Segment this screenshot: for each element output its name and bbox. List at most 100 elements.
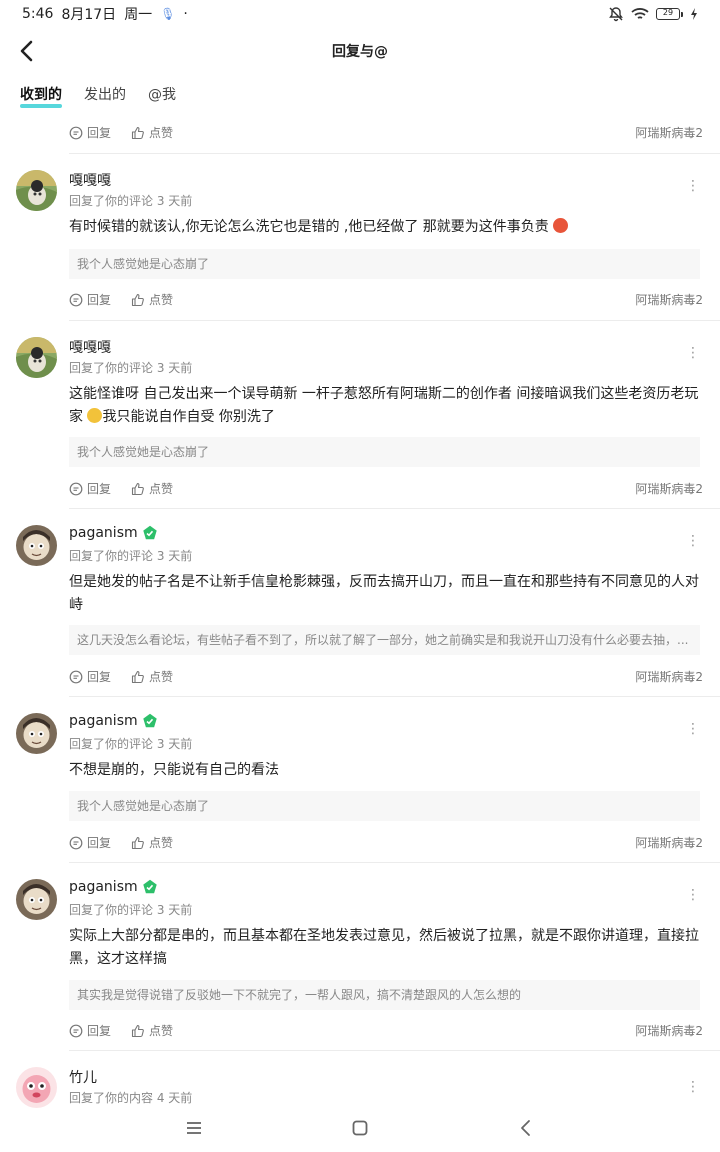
username[interactable]: paganism: [69, 879, 158, 895]
comment-item: paganism 回复了你的评论 3 天前 ⋮ 不想是崩的，只能说有自己的看法 …: [0, 713, 720, 861]
comment-meta: 回复了你的评论 3 天前: [69, 737, 193, 751]
back-nav-button[interactable]: [516, 1118, 536, 1138]
reply-label: 回复: [87, 670, 112, 684]
like-button[interactable]: 点赞: [131, 1022, 173, 1039]
quoted-comment[interactable]: 这几天没怎么看论坛，有些帖子看不到了，所以就了解了一部分，她之前确实是和我说开山…: [69, 625, 700, 655]
home-square-icon: [352, 1120, 368, 1136]
username[interactable]: 嘎嘎嘎: [69, 337, 111, 357]
reply-label: 回复: [87, 126, 112, 140]
thumbs-up-icon: [131, 126, 144, 139]
verified-badge-icon: [142, 879, 157, 894]
reply-icon: [69, 482, 83, 495]
more-options-icon[interactable]: ⋮: [686, 533, 700, 549]
like-button[interactable]: 点赞: [131, 291, 173, 308]
avatar[interactable]: [16, 713, 57, 754]
like-label: 点赞: [149, 1024, 174, 1038]
comment-item: 嘎嘎嘎 回复了你的评论 3 天前 ⋮ 有时候错的就该认,你无论怎么洗它也是错的 …: [0, 170, 720, 320]
reply-button[interactable]: 回复: [69, 668, 111, 685]
more-options-icon[interactable]: ⋮: [686, 345, 700, 361]
more-options-icon[interactable]: ⋮: [686, 1079, 700, 1095]
like-button[interactable]: 点赞: [131, 124, 173, 141]
quoted-comment[interactable]: 我个人感觉她是心态崩了: [69, 249, 700, 279]
charging-icon: [691, 8, 697, 20]
more-options-icon[interactable]: ⋮: [686, 721, 700, 737]
reply-icon: [69, 126, 83, 139]
quoted-comment[interactable]: 我个人感觉她是心态崩了: [69, 437, 700, 467]
comment-actions: 回复 点赞 阿瑞斯病毒2: [69, 480, 703, 497]
microphone-icon: 🎙: [160, 7, 176, 21]
reply-button[interactable]: 回复: [69, 1022, 111, 1039]
username-text: 嘎嘎嘎: [69, 340, 111, 356]
angry-emoji-icon: [553, 218, 569, 233]
username[interactable]: 竹儿: [69, 1067, 97, 1087]
crying-emoji-icon: [87, 408, 103, 423]
comment-text-content: 有时候错的就该认,你无论怎么洗它也是错的 ,他已经做了 那就要为这件事负责: [69, 219, 549, 235]
status-dot: ·: [183, 6, 188, 22]
username[interactable]: 嘎嘎嘎: [69, 170, 111, 190]
comment-actions: 回复 点赞 阿瑞斯病毒2: [69, 124, 703, 141]
reply-icon: [69, 1024, 83, 1037]
game-link[interactable]: 阿瑞斯病毒2: [635, 291, 703, 308]
comment-text: 这能怪谁呀 自己发出来一个误导萌新 一杆子惹怒所有阿瑞斯二的创作者 间接暗讽我们…: [69, 383, 700, 429]
comment-meta: 回复了你的评论 3 天前: [69, 903, 193, 917]
tab-received[interactable]: 收到的: [20, 84, 62, 108]
menu-button[interactable]: [184, 1118, 204, 1138]
tab-bar: 收到的 发出的 @我: [20, 84, 176, 108]
home-button[interactable]: [350, 1118, 370, 1138]
divider: [69, 1050, 720, 1051]
username-text: 竹儿: [69, 1070, 97, 1086]
game-link[interactable]: 阿瑞斯病毒2: [635, 834, 703, 851]
like-label: 点赞: [149, 836, 174, 850]
username-text: paganism: [69, 525, 138, 541]
status-weekday: 周一: [124, 7, 153, 23]
game-link[interactable]: 阿瑞斯病毒2: [635, 480, 703, 497]
username[interactable]: paganism: [69, 713, 158, 729]
status-bar: 5:46 8月17日 周一 🎙 · 29: [0, 0, 720, 28]
avatar[interactable]: [16, 879, 57, 920]
like-button[interactable]: 点赞: [131, 668, 173, 685]
comment-text: 有时候错的就该认,你无论怎么洗它也是错的 ,他已经做了 那就要为这件事负责: [69, 216, 700, 239]
username-text: paganism: [69, 879, 138, 895]
comment-text: 但是她发的帖子名是不让新手信皇枪影棘强，反而去搞开山刀，而且一直在和那些持有不同…: [69, 574, 699, 613]
tab-mentions[interactable]: @我: [148, 84, 176, 108]
reply-button[interactable]: 回复: [69, 291, 111, 308]
reply-button[interactable]: 回复: [69, 124, 111, 141]
quoted-comment[interactable]: 其实我是觉得说错了反驳她一下不就完了，一帮人跟风，搞不清楚跟风的人怎么想的: [69, 980, 700, 1010]
status-time: 5:46: [22, 6, 54, 22]
quoted-comment[interactable]: 我个人感觉她是心态崩了: [69, 791, 700, 821]
divider: [69, 862, 720, 863]
more-options-icon[interactable]: ⋮: [686, 887, 700, 903]
avatar[interactable]: [16, 170, 57, 211]
tab-sent[interactable]: 发出的: [84, 84, 126, 108]
divider: [69, 153, 720, 154]
like-button[interactable]: 点赞: [131, 480, 173, 497]
username[interactable]: paganism: [69, 525, 158, 541]
like-button[interactable]: 点赞: [131, 834, 173, 851]
avatar[interactable]: [16, 337, 57, 378]
reply-icon: [69, 836, 83, 849]
avatar[interactable]: [16, 1067, 57, 1108]
reply-button[interactable]: 回复: [69, 834, 111, 851]
game-link[interactable]: 阿瑞斯病毒2: [635, 124, 703, 141]
comment-actions: 回复 点赞 阿瑞斯病毒2: [69, 668, 703, 685]
reply-label: 回复: [87, 482, 112, 496]
like-label: 点赞: [149, 670, 174, 684]
game-link[interactable]: 阿瑞斯病毒2: [635, 668, 703, 685]
comment-item: 嘎嘎嘎 回复了你的评论 3 天前 ⋮ 这能怪谁呀 自己发出来一个误导萌新 一杆子…: [0, 337, 720, 507]
thumbs-up-icon: [131, 836, 144, 849]
thumbs-up-icon: [131, 670, 144, 683]
verified-badge-icon: [142, 713, 157, 728]
comment-meta: 回复了你的评论 3 天前: [69, 549, 193, 563]
thumbs-up-icon: [131, 293, 144, 306]
wifi-icon: [631, 8, 649, 19]
back-chevron-icon: [521, 1120, 530, 1136]
game-link[interactable]: 阿瑞斯病毒2: [635, 1022, 703, 1039]
more-options-icon[interactable]: ⋮: [686, 178, 700, 194]
avatar[interactable]: [16, 525, 57, 566]
menu-icon: [187, 1122, 201, 1134]
verified-badge-icon: [142, 525, 157, 540]
reply-button[interactable]: 回复: [69, 480, 111, 497]
comment-text: 实际上大部分都是串的，而且基本都在圣地发表过意见，然后被说了拉黑，就是不跟你讲道…: [69, 928, 699, 967]
battery-level: 29: [662, 8, 674, 17]
comment-item: paganism 回复了你的评论 3 天前 ⋮ 实际上大部分都是串的，而且基本都…: [0, 879, 720, 1049]
